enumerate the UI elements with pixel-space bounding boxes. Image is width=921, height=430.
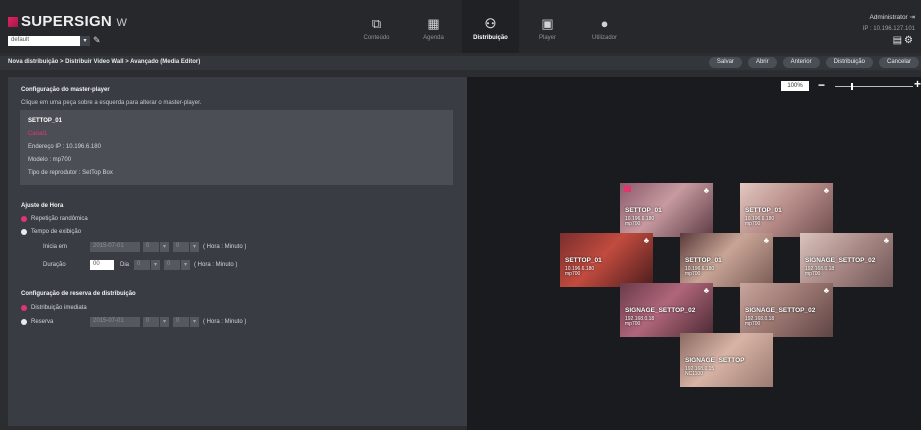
- duration-hour-input[interactable]: 0: [134, 260, 150, 270]
- reserve-date-input[interactable]: 2015-07-01: [90, 317, 140, 327]
- radio-unchecked-icon[interactable]: [21, 229, 27, 235]
- distribute-button[interactable]: Distribuição: [825, 57, 873, 68]
- reserve-hour-input[interactable]: 0: [143, 317, 159, 327]
- day-label: Dia: [120, 262, 130, 268]
- user-name[interactable]: Administrator ⇥: [869, 13, 915, 21]
- duration-days-input[interactable]: 00: [90, 260, 114, 270]
- video-wall-tile[interactable]: ♣ SETTOP_01 10.196.6.180 mp700: [680, 233, 773, 287]
- supersign-logo[interactable]: SUPERSIGN W: [8, 13, 127, 30]
- duration-option[interactable]: Tempo de exibição: [21, 229, 81, 235]
- master-ip: Endereço IP : 10.196.6.180: [28, 144, 101, 150]
- cancel-button[interactable]: Cancelar: [878, 57, 919, 68]
- reserve-hm-label: ( Hora : Minuto ): [203, 319, 247, 325]
- video-wall-tile[interactable]: SIGNAGE_SETTOP 192.168.0.15 NC1100: [680, 333, 773, 387]
- network-icon: ♣: [703, 186, 709, 195]
- video-wall-tile[interactable]: ♣ SETTOP_01 10.196.6.180 mp700: [740, 183, 833, 237]
- start-hm-label: ( Hora : Minuto ): [203, 244, 247, 250]
- toolbar: Nova distribuição > Distribuir Video Wal…: [0, 56, 921, 70]
- video-wall-tile[interactable]: ♣ SIGNAGE_SETTOP_02 192.168.0.18 mp700: [740, 283, 833, 337]
- radio-checked-icon[interactable]: [21, 216, 27, 222]
- radio-unchecked-icon[interactable]: [21, 319, 27, 325]
- master-badge-icon: [624, 186, 631, 192]
- master-type: Tipo de reprodutor : SetTop Box: [28, 170, 113, 176]
- logout-icon[interactable]: ⇥: [910, 14, 915, 21]
- zoom-in-icon[interactable]: +: [914, 77, 921, 91]
- video-wall-tile[interactable]: ♣ SETTOP_01 10.196.6.180 mp700: [560, 233, 653, 287]
- chevron-down-icon[interactable]: ▾: [181, 260, 190, 270]
- network-icon: ♣: [643, 236, 649, 245]
- chevron-down-icon[interactable]: ▾: [151, 260, 160, 270]
- site-select[interactable]: default: [8, 36, 90, 46]
- player-icon: ▣: [541, 16, 554, 31]
- master-title: Configuração do master-player: [21, 87, 110, 93]
- breadcrumb: Nova distribuição > Distribuir Video Wal…: [8, 59, 201, 65]
- time-title: Ajuste de Hora: [21, 203, 64, 209]
- master-name: SETTOP_01: [28, 118, 62, 124]
- nav-distribution[interactable]: ⚇ Distribuição: [462, 0, 519, 53]
- zoom-slider[interactable]: [835, 86, 913, 87]
- chevron-down-icon[interactable]: ▾: [190, 242, 199, 252]
- network-icon: ♣: [763, 236, 769, 245]
- chevron-down-icon[interactable]: ▾: [160, 317, 169, 327]
- duration-label: Duração: [43, 262, 66, 268]
- user-ip: IP : 10.196.127.101: [862, 26, 915, 32]
- distribution-icon: ⚇: [484, 16, 497, 31]
- start-hour-input[interactable]: 0: [143, 242, 159, 252]
- random-option[interactable]: Repetição randômica: [21, 216, 88, 222]
- master-info-box: SETTOP_01 Canal1 Endereço IP : 10.196.6.…: [20, 110, 453, 185]
- master-hint: Clique em uma peça sobre a esquerda para…: [21, 100, 202, 106]
- edit-icon[interactable]: ✎: [93, 35, 103, 47]
- video-wall-canvas[interactable]: 100% − + ♣ SETTOP_01 10.196.6.180 mp700 ♣ SE…: [467, 77, 921, 430]
- video-wall-tile[interactable]: ♣ SIGNAGE_SETTOP_02 192.168.0.18 mp700: [800, 233, 893, 287]
- action-buttons: Salvar Abrir Anterior Distribuição Cance…: [708, 57, 919, 68]
- network-icon: ♣: [703, 286, 709, 295]
- reserve-title: Configuração de reserva de distribuição: [21, 291, 136, 297]
- logo-mark-icon: [8, 17, 18, 27]
- top-header: SUPERSIGN W default ▾ ✎ ⧉ Conteúdo ▦ Agend…: [0, 0, 921, 53]
- duration-hm-label: ( Hora : Minuto ): [194, 262, 238, 268]
- content-icon: ⧉: [371, 16, 382, 31]
- document-icon[interactable]: ▤: [893, 35, 904, 46]
- zoom-out-icon[interactable]: −: [818, 78, 825, 92]
- nav-agenda[interactable]: ▦ Agenda: [405, 0, 462, 53]
- chevron-down-icon[interactable]: ▾: [190, 317, 199, 327]
- gear-icon[interactable]: ⚙: [904, 35, 915, 46]
- zoom-input[interactable]: 100%: [781, 81, 809, 91]
- master-model: Modelo : mp700: [28, 157, 72, 163]
- video-wall-tile[interactable]: ♣ SIGNAGE_SETTOP_02 192.168.0.18 mp700: [620, 283, 713, 337]
- open-button[interactable]: Abrir: [747, 57, 777, 68]
- reserve-minute-input[interactable]: 0: [173, 317, 189, 327]
- nav-player[interactable]: ▣ Player: [519, 0, 576, 53]
- reserve-option[interactable]: Reserva: [21, 319, 53, 325]
- radio-checked-icon[interactable]: [21, 305, 27, 311]
- user-tools: ▤⚙: [893, 35, 915, 46]
- save-button[interactable]: Salvar: [708, 57, 742, 68]
- chevron-down-icon[interactable]: ▾: [80, 36, 90, 46]
- nav-content[interactable]: ⧉ Conteúdo: [348, 0, 405, 53]
- settings-panel: Configuração do master-player Clique em …: [8, 77, 467, 426]
- start-minute-input[interactable]: 0: [173, 242, 189, 252]
- start-date-input[interactable]: 2015-07-01: [90, 242, 140, 252]
- nav-user[interactable]: ● Utilizador: [576, 0, 633, 53]
- immediate-option[interactable]: Distribuição imediata: [21, 305, 87, 311]
- chevron-down-icon[interactable]: ▾: [160, 242, 169, 252]
- calendar-icon: ▦: [427, 16, 440, 31]
- zoom-slider-handle[interactable]: [851, 83, 853, 90]
- start-label: Inicia em: [43, 244, 68, 250]
- main-nav: ⧉ Conteúdo ▦ Agenda ⚇ Distribuição ▣ Player …: [348, 0, 633, 53]
- network-icon: ♣: [823, 286, 829, 295]
- video-wall-tile[interactable]: ♣ SETTOP_01 10.196.6.180 mp700: [620, 183, 713, 237]
- previous-button[interactable]: Anterior: [782, 57, 820, 68]
- user-icon: ●: [600, 16, 609, 31]
- master-canal: Canal1: [28, 131, 48, 137]
- network-icon: ♣: [823, 186, 829, 195]
- network-icon: ♣: [883, 236, 889, 245]
- duration-minute-input[interactable]: 0: [164, 260, 180, 270]
